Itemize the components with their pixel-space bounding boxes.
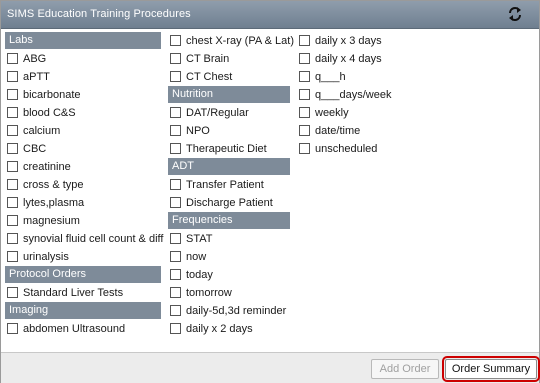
list-item[interactable]: calcium (5, 122, 161, 140)
list-item[interactable]: lytes,plasma (5, 194, 161, 212)
list-item[interactable]: CT Chest (168, 68, 290, 86)
add-order-button[interactable]: Add Order (371, 359, 439, 379)
list-item[interactable]: tomorrow (168, 284, 290, 302)
list-item[interactable]: chest X-ray (PA & Lat) (168, 32, 294, 50)
checkbox[interactable] (299, 142, 310, 154)
list-item[interactable]: NPO (168, 122, 290, 140)
list-item[interactable]: magnesium (5, 212, 161, 230)
checkbox[interactable] (170, 286, 181, 298)
list-item[interactable]: date/time (297, 122, 437, 140)
checkbox[interactable] (299, 52, 310, 64)
list-item[interactable]: cross & type (5, 176, 161, 194)
checkbox[interactable] (170, 268, 181, 280)
checkbox[interactable] (170, 322, 181, 334)
list-item[interactable]: daily x 2 days (168, 320, 290, 338)
list-item[interactable]: creatinine (5, 158, 161, 176)
list-item[interactable]: abdomen Ultrasound (5, 320, 161, 338)
list-item[interactable]: urinalysis (5, 248, 161, 266)
list-item[interactable]: ABG (5, 50, 161, 68)
list-item[interactable]: STAT (168, 230, 290, 248)
title-bar: SIMS Education Training Procedures (1, 1, 539, 29)
checkbox[interactable] (7, 70, 18, 82)
checkbox[interactable] (7, 286, 18, 298)
section-header-labs: Labs (5, 32, 161, 49)
checkbox[interactable] (170, 124, 181, 136)
checkbox[interactable] (170, 304, 181, 316)
order-summary-button[interactable]: Order Summary (442, 356, 540, 382)
section-header-frequencies: Frequencies (168, 212, 290, 229)
list-item[interactable]: q___days/week (297, 86, 437, 104)
list-item[interactable]: bicarbonate (5, 86, 161, 104)
list-item[interactable]: today (168, 266, 290, 284)
list-item[interactable]: daily x 3 days (297, 32, 437, 50)
checkbox[interactable] (170, 52, 181, 64)
refresh-arrows-icon[interactable] (507, 6, 523, 22)
order-list-area: Labs ABG aPTT bicarbonate blood C&S calc… (1, 29, 539, 351)
checkbox[interactable] (299, 106, 310, 118)
section-header-imaging: Imaging (5, 302, 161, 319)
checkbox[interactable] (7, 52, 18, 64)
list-item[interactable]: synovial fluid cell count & diff (5, 230, 163, 248)
checkbox[interactable] (7, 250, 18, 262)
checkbox[interactable] (7, 106, 18, 118)
list-item[interactable]: Discharge Patient (168, 194, 290, 212)
list-item[interactable]: now (168, 248, 290, 266)
list-item[interactable]: blood C&S (5, 104, 161, 122)
checkbox[interactable] (170, 106, 181, 118)
section-header-protocol-orders: Protocol Orders (5, 266, 161, 283)
column-1: Labs ABG aPTT bicarbonate blood C&S calc… (5, 32, 163, 338)
checkbox[interactable] (170, 142, 181, 154)
list-item[interactable]: Therapeutic Diet (168, 140, 290, 158)
section-header-adt: ADT (168, 158, 290, 175)
checkbox[interactable] (170, 178, 181, 190)
procedures-window: SIMS Education Training Procedures Labs … (0, 0, 540, 383)
checkbox[interactable] (170, 232, 181, 244)
checkbox[interactable] (299, 124, 310, 136)
list-item[interactable]: unscheduled (297, 140, 437, 158)
column-3: daily x 3 days daily x 4 days q___h q___… (297, 32, 437, 158)
list-item[interactable]: daily x 4 days (297, 50, 437, 68)
list-item[interactable]: CBC (5, 140, 161, 158)
checkbox[interactable] (7, 232, 18, 244)
checkbox[interactable] (7, 88, 18, 100)
checkbox[interactable] (170, 250, 181, 262)
list-item[interactable]: q___h (297, 68, 437, 86)
checkbox[interactable] (7, 124, 18, 136)
checkbox[interactable] (7, 160, 18, 172)
checkbox[interactable] (299, 34, 310, 46)
checkbox[interactable] (299, 70, 310, 82)
list-item[interactable]: aPTT (5, 68, 161, 86)
column-2: chest X-ray (PA & Lat) CT Brain CT Chest… (168, 32, 294, 338)
checkbox[interactable] (7, 196, 18, 208)
checkbox[interactable] (170, 34, 181, 46)
list-item[interactable]: DAT/Regular (168, 104, 290, 122)
list-item[interactable]: daily-5d,3d reminder (168, 302, 290, 320)
checkbox[interactable] (170, 196, 181, 208)
checkbox[interactable] (7, 322, 18, 334)
checkbox[interactable] (7, 178, 18, 190)
checkbox[interactable] (170, 70, 181, 82)
list-item[interactable]: weekly (297, 104, 437, 122)
list-item[interactable]: Transfer Patient (168, 176, 290, 194)
list-item[interactable]: CT Brain (168, 50, 290, 68)
footer-bar: Add Order Order Summary (1, 352, 540, 383)
window-title: SIMS Education Training Procedures (7, 8, 191, 20)
section-header-nutrition: Nutrition (168, 86, 290, 103)
checkbox[interactable] (7, 214, 18, 226)
checkbox[interactable] (299, 88, 310, 100)
list-item[interactable]: Standard Liver Tests (5, 284, 161, 302)
checkbox[interactable] (7, 142, 18, 154)
